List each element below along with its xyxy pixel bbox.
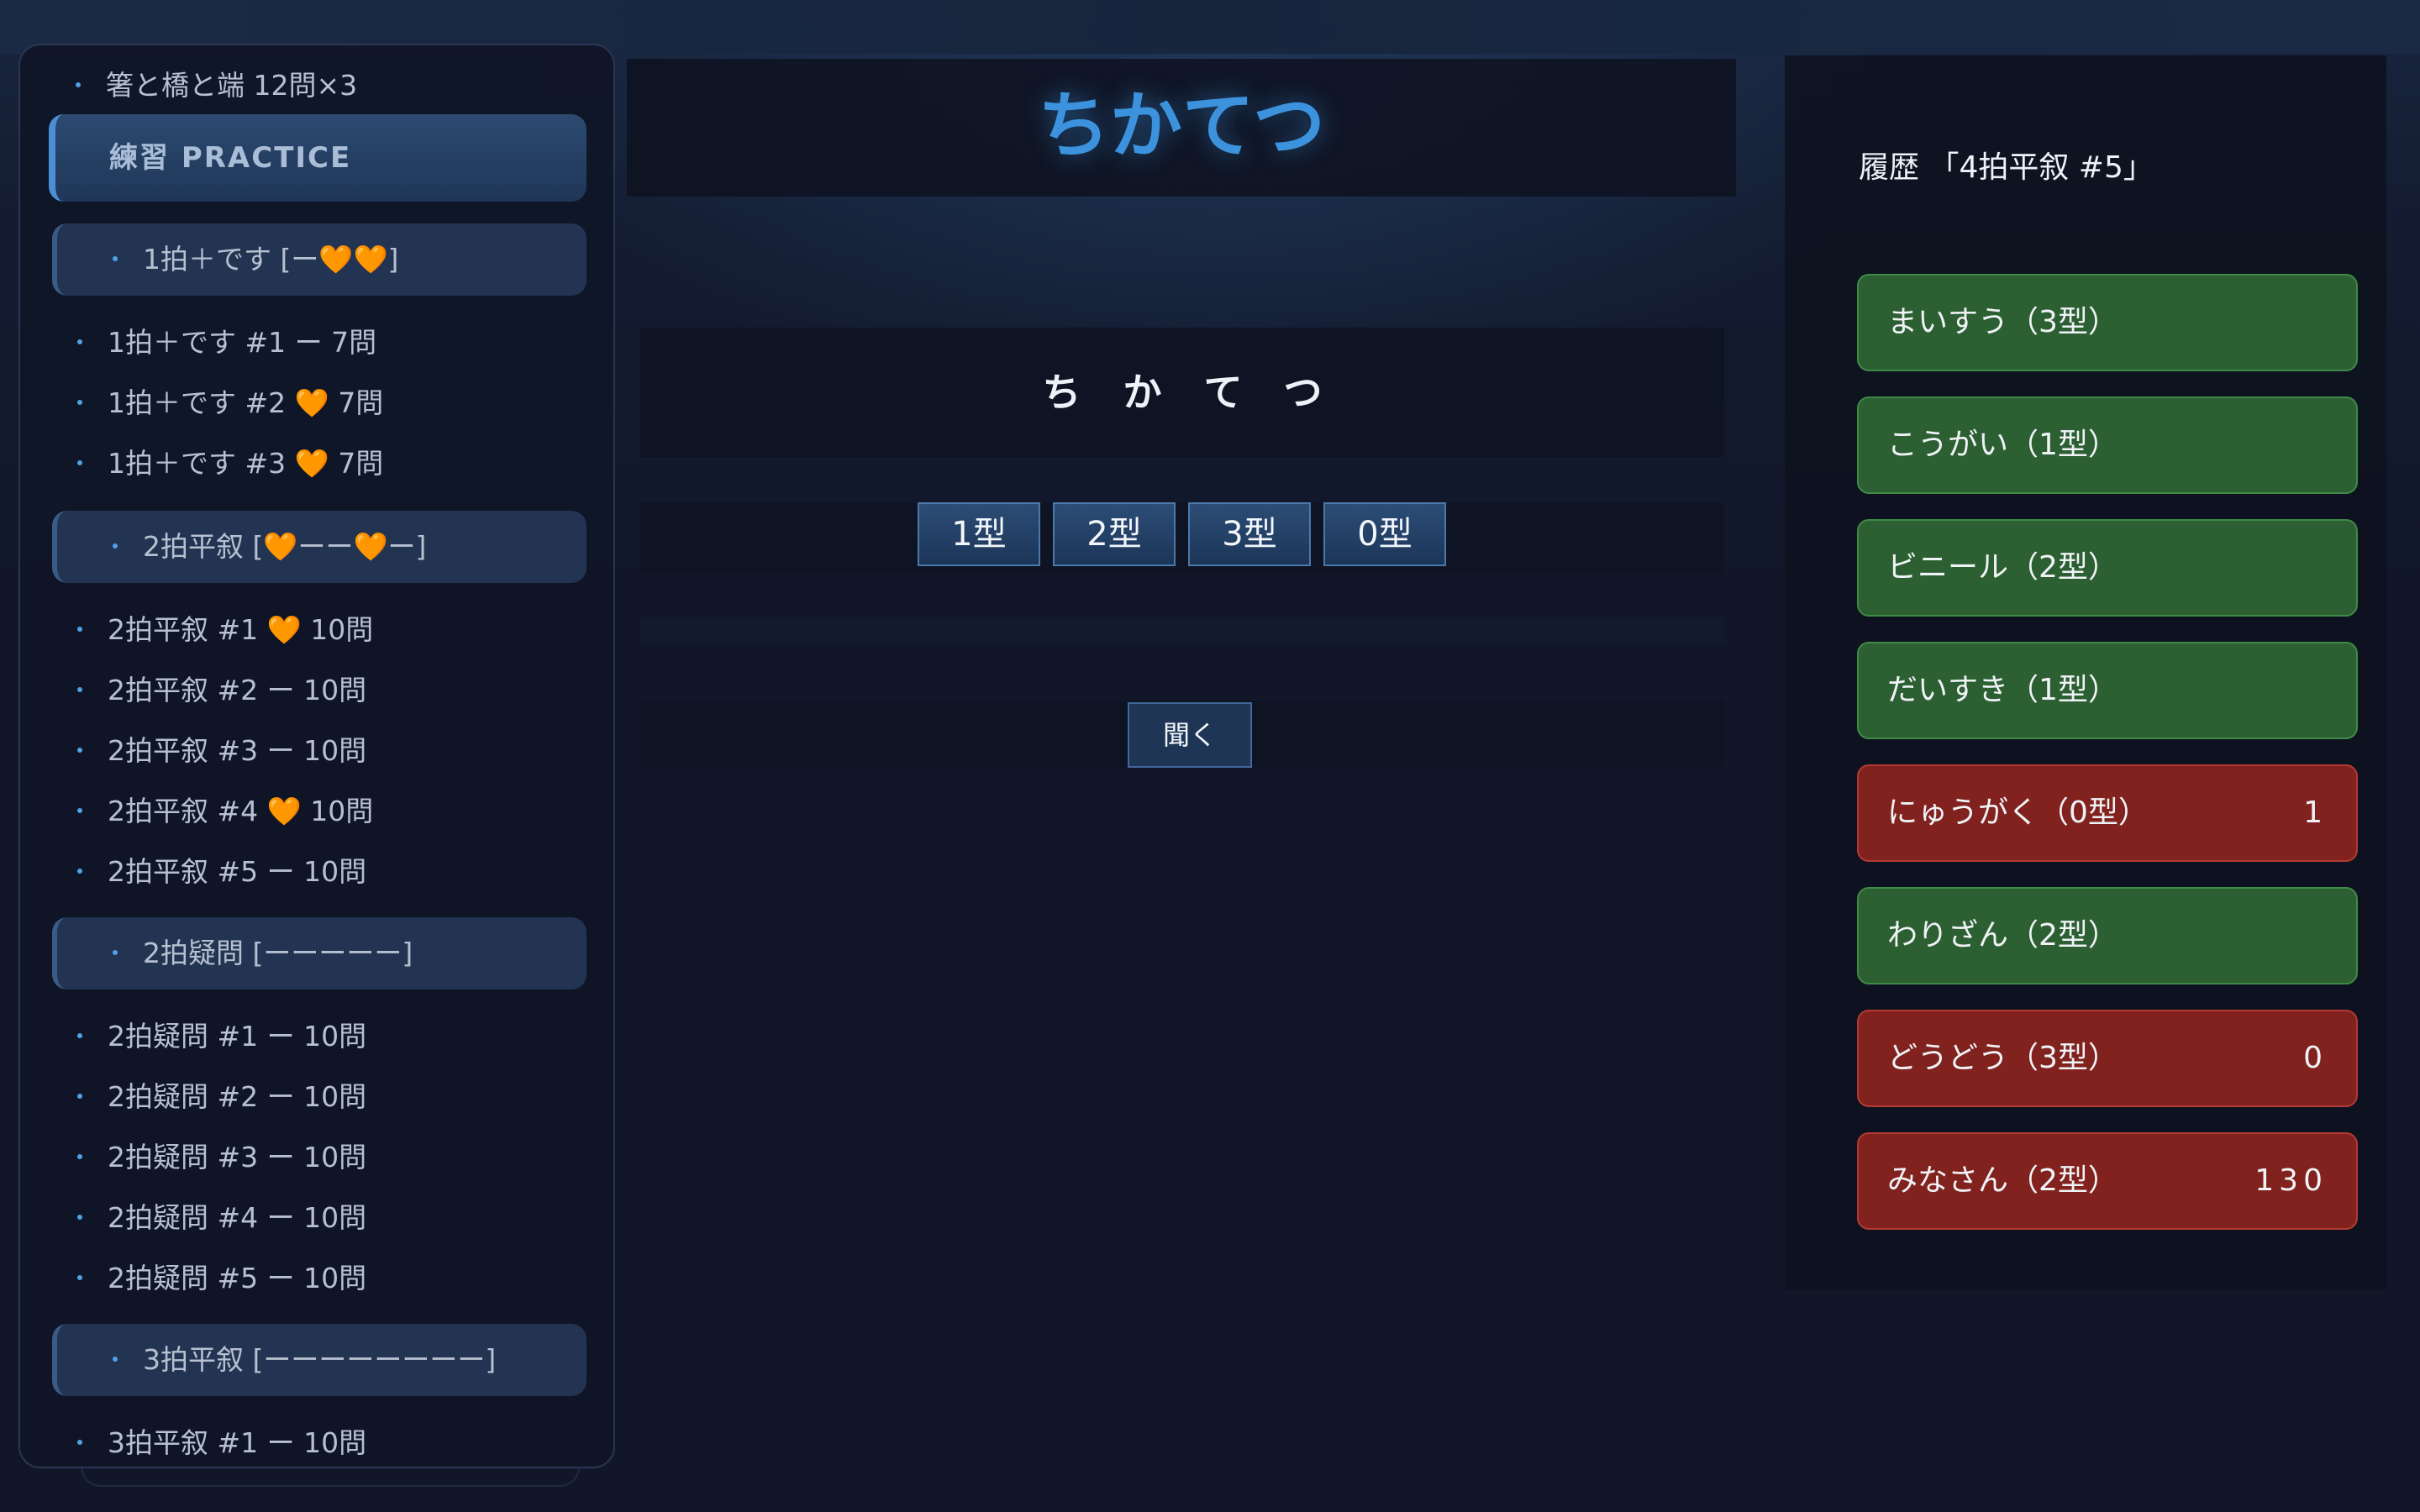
bullet-icon xyxy=(77,1214,82,1220)
sidebar-group-3haku-heijo[interactable]: 3拍平叙 [ーーーーーーーー] xyxy=(52,1324,587,1396)
bullet-icon xyxy=(77,1274,82,1280)
bullet-icon xyxy=(113,255,118,261)
word-characters: ちかてつ xyxy=(1042,370,1365,415)
sidebar-item-3haku-heijo-1[interactable]: 3拍平叙 #1 ー 10問 xyxy=(77,1418,367,1467)
answer-button-row: 1型 2型 3型 0型 xyxy=(640,502,1724,575)
sidebar-item-2haku-heijo-2[interactable]: 2拍平叙 #2 ー 10問 xyxy=(77,665,366,716)
sidebar-item-label: 2拍疑問 #4 ー 10問 xyxy=(108,1201,367,1234)
sidebar-group-label: 2拍疑問 [ーーーーー] xyxy=(143,937,413,969)
history-item-word: ビニール（2型） xyxy=(1887,550,2118,585)
history-item[interactable]: まいすう（3型） xyxy=(1857,274,2358,371)
sidebar-group-2haku-gimon[interactable]: 2拍疑問 [ーーーーー] xyxy=(52,917,587,990)
history-item[interactable]: どうどう（3型） 0 xyxy=(1857,1010,2358,1107)
sidebar-item-label: 2拍疑問 #2 ー 10問 xyxy=(108,1080,367,1113)
history-item[interactable]: にゅうがく（0型） 1 xyxy=(1857,764,2358,862)
bullet-icon xyxy=(113,1356,118,1362)
history-panel: 履歴 「4拍平叙 #5」 まいすう（3型） こうがい（1型） ビニール（2型） … xyxy=(1785,55,2386,1290)
sidebar-item-label: 箸と橋と端 12問×3 xyxy=(106,69,358,102)
listen-row: 聞く xyxy=(640,701,1724,768)
sidebar-item-label: 1拍＋です #3 🧡 7問 xyxy=(108,447,384,480)
sidebar-item-label: 2拍平叙 #1 🧡 10問 xyxy=(108,613,374,646)
sidebar-item-label: 3拍平叙 #1 ー 10問 xyxy=(108,1426,367,1459)
history-item[interactable]: ビニール（2型） xyxy=(1857,519,2358,617)
history-item-word: みなさん（2型） xyxy=(1887,1163,2118,1198)
sidebar-item-2haku-gimon-3[interactable]: 2拍疑問 #3 ー 10問 xyxy=(77,1132,366,1183)
bullet-icon xyxy=(77,1032,82,1038)
page-title: ちかてつ xyxy=(1037,84,1326,168)
history-item-word: まいすう（3型） xyxy=(1887,305,2118,339)
answer-button-type-2[interactable]: 2型 xyxy=(1053,502,1176,566)
sidebar-item-2haku-gimon-2[interactable]: 2拍疑問 #2 ー 10問 xyxy=(77,1072,366,1122)
title-bar: ちかてつ xyxy=(627,59,1736,197)
sidebar-group-2haku-heijo[interactable]: 2拍平叙 [🧡ーー🧡ー] xyxy=(52,511,587,583)
bullet-icon xyxy=(77,807,82,813)
sidebar-group-label: 3拍平叙 [ーーーーーーーー] xyxy=(143,1343,497,1376)
bullet-icon xyxy=(77,399,82,405)
bullet-icon xyxy=(77,459,82,465)
sidebar-group-label: 2拍平叙 [🧡ーー🧡ー] xyxy=(143,530,427,563)
sidebar[interactable]: 箸と橋と端 12問×3 練習 PRACTICE 1拍＋です [ー🧡🧡] 1拍＋で… xyxy=(18,44,615,1468)
history-item[interactable]: だいすき（1型） xyxy=(1857,642,2358,739)
history-item-word: どうどう（3型） xyxy=(1887,1041,2118,1075)
bullet-icon xyxy=(113,949,118,955)
app-page: 箸と橋と端 12問×3 練習 PRACTICE 1拍＋です [ー🧡🧡] 1拍＋で… xyxy=(0,0,2420,1512)
sidebar-item-label: 2拍疑問 #3 ー 10問 xyxy=(108,1141,367,1173)
bullet-icon xyxy=(113,543,118,549)
sidebar-item-label: 2拍平叙 #5 ー 10問 xyxy=(108,855,367,888)
sidebar-item-1haku-desu-2[interactable]: 1拍＋です #2 🧡 7問 xyxy=(77,378,383,428)
sidebar-item-label: 2拍疑問 #1 ー 10問 xyxy=(108,1020,367,1053)
history-item[interactable]: こうがい（1型） xyxy=(1857,396,2358,494)
history-item[interactable]: わりざん（2型） xyxy=(1857,887,2358,984)
history-item-score: 0 xyxy=(2303,1041,2328,1075)
bullet-icon xyxy=(77,686,82,692)
sidebar-item-label: 2拍平叙 #2 ー 10問 xyxy=(108,674,367,706)
feedback-strip xyxy=(640,618,1724,643)
answer-button-type-0[interactable]: 0型 xyxy=(1323,502,1446,566)
sidebar-item-1haku-desu-1[interactable]: 1拍＋です #1 ー 7問 xyxy=(77,318,376,368)
sidebar-section-practice[interactable]: 練習 PRACTICE xyxy=(49,114,587,202)
sidebar-item-2haku-gimon-5[interactable]: 2拍疑問 #5 ー 10問 xyxy=(77,1253,366,1304)
listen-button[interactable]: 聞く xyxy=(1128,702,1252,768)
sidebar-group-label: 1拍＋です [ー🧡🧡] xyxy=(143,243,399,276)
sidebar-item-2haku-heijo-1[interactable]: 2拍平叙 #1 🧡 10問 xyxy=(77,605,373,655)
history-item-word: だいすき（1型） xyxy=(1887,673,2118,707)
sidebar-item-2haku-gimon-1[interactable]: 2拍疑問 #1 ー 10問 xyxy=(77,1011,366,1062)
bullet-icon xyxy=(77,1093,82,1099)
sidebar-group-1haku-desu[interactable]: 1拍＋です [ー🧡🧡] xyxy=(52,223,587,296)
history-title: 履歴 「4拍平叙 #5」 xyxy=(1859,150,2154,185)
sidebar-item-2haku-heijo-3[interactable]: 2拍平叙 #3 ー 10問 xyxy=(77,726,366,776)
sidebar-item-label: 2拍平叙 #4 🧡 10問 xyxy=(108,795,374,827)
sidebar-item-label: 1拍＋です #1 ー 7問 xyxy=(108,326,377,359)
bullet-icon xyxy=(77,626,82,632)
bullet-icon xyxy=(77,1153,82,1159)
answer-button-type-1[interactable]: 1型 xyxy=(918,502,1040,566)
bullet-icon xyxy=(77,1439,82,1445)
sidebar-item-2haku-gimon-4[interactable]: 2拍疑問 #4 ー 10問 xyxy=(77,1193,366,1243)
bullet-icon xyxy=(77,339,82,344)
bullet-icon xyxy=(77,868,82,874)
history-item-score: 130 xyxy=(2254,1163,2328,1198)
word-panel: ちかてつ xyxy=(640,328,1724,457)
answer-button-type-3[interactable]: 3型 xyxy=(1188,502,1311,566)
sidebar-item-label: 1拍＋です #2 🧡 7問 xyxy=(108,386,384,419)
history-item-word: こうがい（1型） xyxy=(1887,428,2118,462)
bullet-icon xyxy=(77,747,82,753)
sidebar-item-1haku-desu-3[interactable]: 1拍＋です #3 🧡 7問 xyxy=(77,438,383,489)
history-item-word: わりざん（2型） xyxy=(1887,918,2118,953)
sidebar-item-label: 2拍平叙 #3 ー 10問 xyxy=(108,734,367,767)
sidebar-item-2haku-heijo-5[interactable]: 2拍平叙 #5 ー 10問 xyxy=(77,847,366,897)
history-item[interactable]: みなさん（2型） 130 xyxy=(1857,1132,2358,1230)
sidebar-item-2haku-heijo-4[interactable]: 2拍平叙 #4 🧡 10問 xyxy=(77,786,373,837)
sidebar-item-label: 2拍疑問 #5 ー 10問 xyxy=(108,1262,367,1294)
sidebar-item-hashi[interactable]: 箸と橋と端 12問×3 xyxy=(76,60,357,111)
history-item-word: にゅうがく（0型） xyxy=(1887,795,2149,830)
bullet-icon xyxy=(76,81,81,87)
history-item-score: 1 xyxy=(2303,795,2328,830)
